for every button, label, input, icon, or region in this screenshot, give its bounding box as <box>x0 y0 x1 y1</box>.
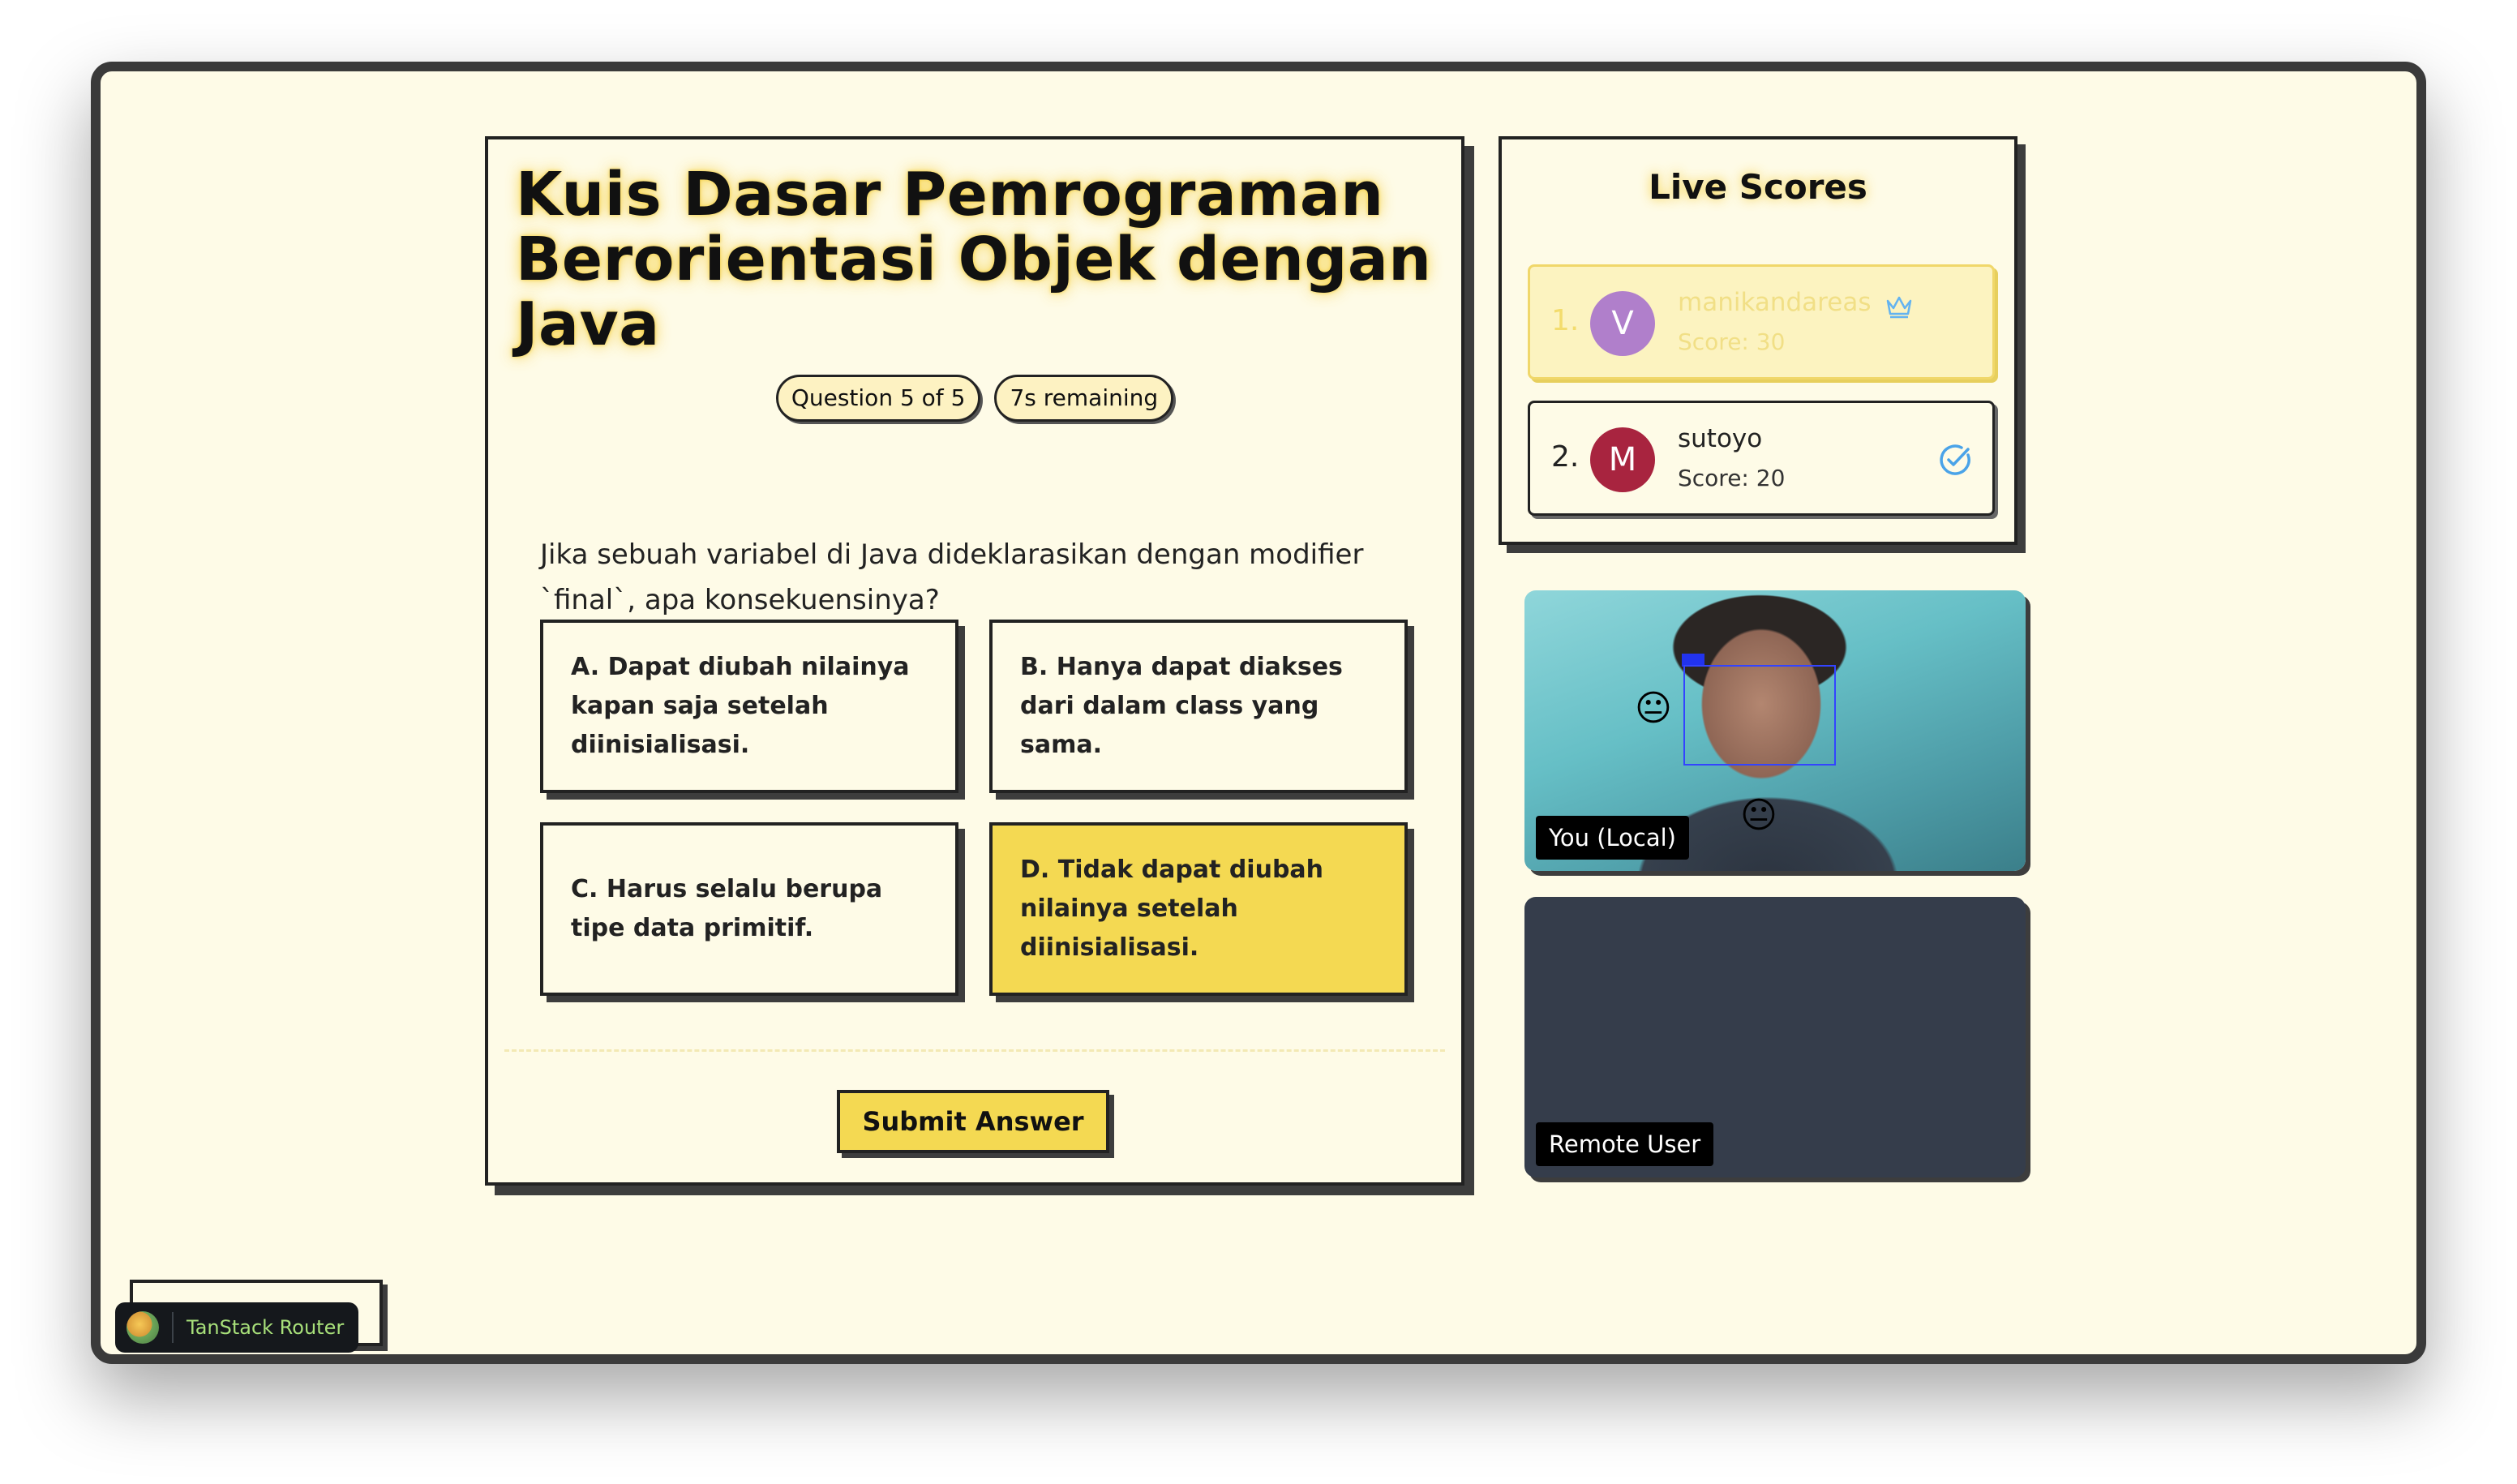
score-username: manikandareas <box>1678 288 1872 317</box>
tanstack-router-devtools[interactable]: TanStack Router <box>115 1302 358 1353</box>
score-row: 1. V manikandareas Score: 30 <box>1528 264 1995 380</box>
tanstack-logo-icon <box>126 1311 159 1344</box>
avatar: V <box>1590 291 1655 356</box>
option-b-label: B. Hanya dapat diakses dari dalam class … <box>1020 653 1343 759</box>
expression-emoji-icon: 😐 <box>1635 688 1672 729</box>
live-scores-title: Live Scores <box>1649 167 1867 207</box>
option-d[interactable]: D. Tidak dapat diubah nilainya setelah d… <box>989 822 1408 996</box>
option-c[interactable]: C. Harus selalu berupa tipe data primiti… <box>540 822 958 996</box>
option-d-label: D. Tidak dapat diubah nilainya setelah d… <box>1020 856 1324 962</box>
score-rank: 2. <box>1551 440 1580 474</box>
quiz-title: Kuis Dasar Pemrograman Berorientasi Obje… <box>516 160 1432 359</box>
quiz-status-pills: Question 5 of 5 7s remaining <box>488 375 1461 422</box>
avatar: M <box>1590 427 1655 492</box>
option-b[interactable]: B. Hanya dapat diakses dari dalam class … <box>989 620 1408 793</box>
devtools-label: TanStack Router <box>187 1316 345 1339</box>
score-username: sutoyo <box>1678 424 1763 453</box>
devtools-separator <box>172 1312 174 1343</box>
remote-video-label: Remote User <box>1536 1122 1714 1166</box>
face-detection-box <box>1683 665 1836 766</box>
check-circle-icon <box>1940 444 1970 475</box>
expression-emoji-icon: 😐 <box>1740 795 1777 836</box>
crown-icon <box>1886 296 1912 319</box>
app-window: Kuis Dasar Pemrograman Berorientasi Obje… <box>91 62 2426 1364</box>
question-progress-badge: Question 5 of 5 <box>775 375 981 422</box>
score-rank: 1. <box>1551 304 1580 337</box>
option-c-label: C. Harus selalu berupa tipe data primiti… <box>571 875 883 942</box>
local-video-feed: 😐 😐 You (Local) <box>1524 590 2026 871</box>
live-scores-card: Live Scores 1. V manikandareas Score: 30… <box>1499 136 2017 545</box>
score-value: Score: 30 <box>1678 328 1786 355</box>
option-a-label: A. Dapat diubah nilainya kapan saja sete… <box>571 653 910 759</box>
timer-badge: 7s remaining <box>994 375 1174 422</box>
remote-video-feed: Remote User <box>1524 897 2026 1177</box>
question-text: Jika sebuah variabel di Java dideklarasi… <box>540 538 1364 616</box>
local-video-label: You (Local) <box>1536 816 1689 860</box>
score-value: Score: 20 <box>1678 465 1786 491</box>
quiz-card: Kuis Dasar Pemrograman Berorientasi Obje… <box>485 136 1464 1186</box>
divider <box>504 1049 1445 1052</box>
option-a[interactable]: A. Dapat diubah nilainya kapan saja sete… <box>540 620 958 793</box>
submit-answer-button[interactable]: Submit Answer <box>837 1090 1109 1153</box>
score-row: 2. M sutoyo Score: 20 <box>1528 401 1995 516</box>
